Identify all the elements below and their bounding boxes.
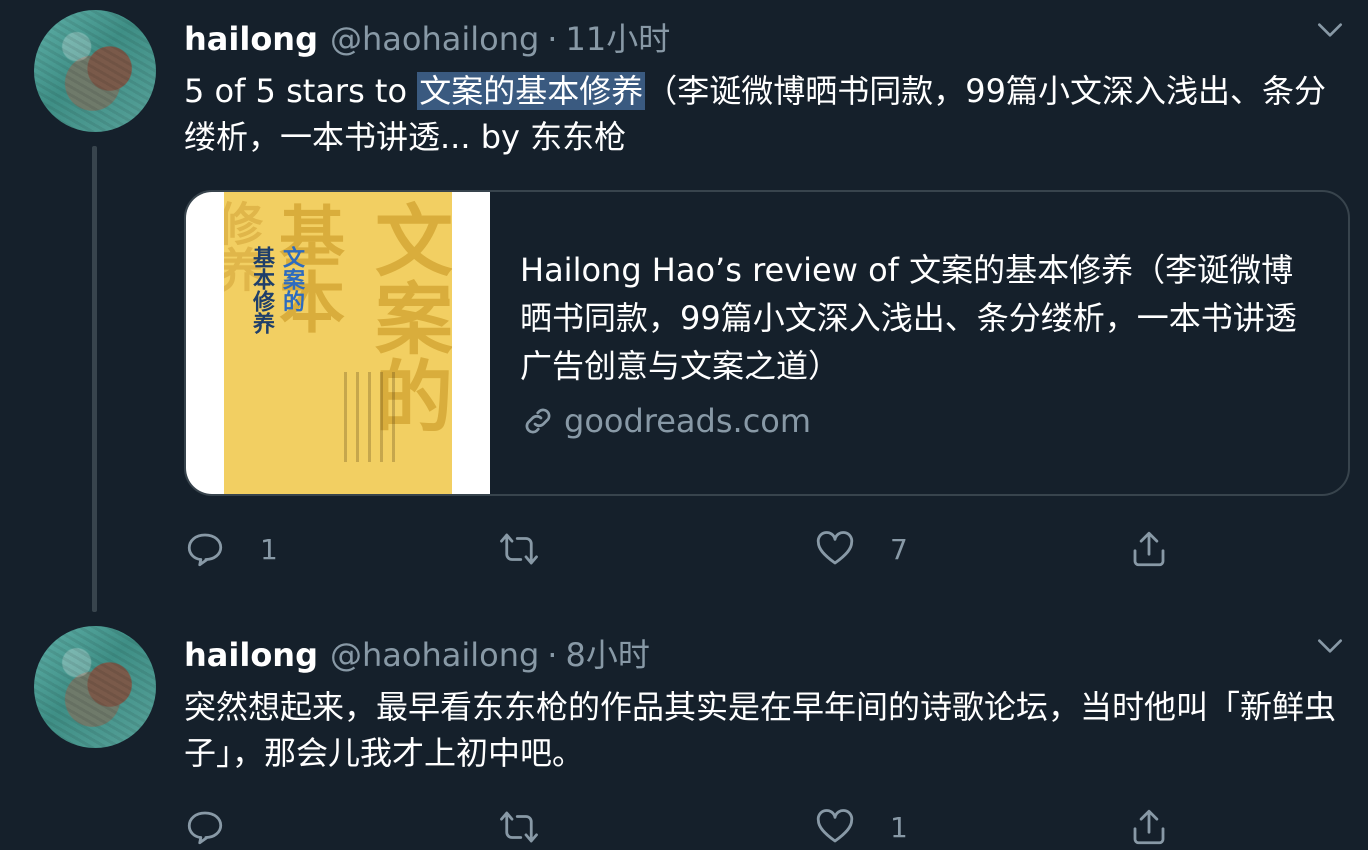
- tweet-text: 突然想起来，最早看东东枪的作品其实是在早年间的诗歌论坛，当时他叫「新鲜虫子」，那…: [184, 688, 1337, 772]
- share-button[interactable]: [1128, 528, 1170, 570]
- tweet-text: 5 of 5 stars to 文案的基本修养（李诞微博晒书同款，99篇小文深入…: [184, 68, 1344, 160]
- chevron-down-icon[interactable]: [1314, 630, 1346, 662]
- like-button[interactable]: 1: [814, 806, 908, 848]
- retweet-button[interactable]: [498, 528, 574, 570]
- reply-icon: [187, 533, 223, 567]
- cover-title-line: 文案的: [279, 246, 304, 312]
- timestamp[interactable]: 11小时: [565, 14, 670, 60]
- reply-count: 1: [260, 532, 278, 566]
- separator-dot: ·: [547, 636, 558, 674]
- tweet-text-prefix: 5 of 5 stars to: [184, 72, 418, 110]
- avatar[interactable]: [34, 10, 156, 132]
- share-icon: [1133, 531, 1165, 567]
- timestamp[interactable]: 8小时: [565, 630, 649, 676]
- separator-dot: ·: [547, 20, 558, 58]
- tweet[interactable]: hailong @haohailong · 11小时 5 of 5 stars …: [0, 0, 1368, 612]
- reply-icon: [187, 811, 223, 845]
- user-handle[interactable]: @haohailong: [330, 636, 539, 674]
- thread-connector-line: [92, 146, 97, 612]
- reply-button[interactable]: 1: [184, 528, 278, 570]
- book-cover: 修养 基本 文案的 文案的 基本修养: [224, 192, 452, 494]
- like-button[interactable]: 7: [814, 528, 908, 570]
- action-bar: 1 7: [184, 528, 1184, 572]
- action-bar: 1: [184, 806, 1184, 850]
- share-button[interactable]: [1128, 806, 1170, 848]
- reply-button[interactable]: [184, 806, 260, 848]
- chevron-down-icon[interactable]: [1314, 14, 1346, 46]
- tweet[interactable]: hailong @haohailong · 8小时 突然想起来，最早看东东枪的作…: [0, 612, 1368, 850]
- retweet-icon: [500, 811, 538, 843]
- link-preview-card[interactable]: 修养 基本 文案的 文案的 基本修养 Hailong Hao’s review o…: [184, 190, 1350, 496]
- link-icon: [525, 408, 551, 434]
- tweet-header: hailong @haohailong · 8小时: [184, 630, 650, 676]
- like-icon: [816, 809, 854, 843]
- book-cover-thumbnail: 修养 基本 文案的 文案的 基本修养: [186, 192, 490, 494]
- cover-small-title: 文案的 基本修养: [246, 246, 306, 334]
- highlighted-book-title: 文案的基本修养: [417, 72, 646, 110]
- retweet-icon: [500, 533, 538, 565]
- share-icon: [1133, 809, 1165, 845]
- tweet-header: hailong @haohailong · 11小时: [184, 14, 670, 60]
- display-name[interactable]: hailong: [184, 20, 318, 58]
- display-name[interactable]: hailong: [184, 636, 318, 674]
- like-count: 1: [890, 810, 908, 844]
- cover-title-line: 基本修养: [249, 246, 274, 334]
- like-icon: [816, 531, 854, 565]
- cover-decoration: [344, 372, 404, 462]
- like-count: 7: [890, 532, 908, 566]
- card-domain: goodreads.com: [520, 402, 1318, 440]
- card-domain-text: goodreads.com: [564, 402, 812, 440]
- user-handle[interactable]: @haohailong: [330, 20, 539, 58]
- retweet-button[interactable]: [498, 806, 574, 848]
- avatar[interactable]: [34, 626, 156, 748]
- card-content: Hailong Hao’s review of 文案的基本修养（李诞微博晒书同款…: [490, 192, 1348, 494]
- card-title: Hailong Hao’s review of 文案的基本修养（李诞微博晒书同款…: [520, 251, 1297, 385]
